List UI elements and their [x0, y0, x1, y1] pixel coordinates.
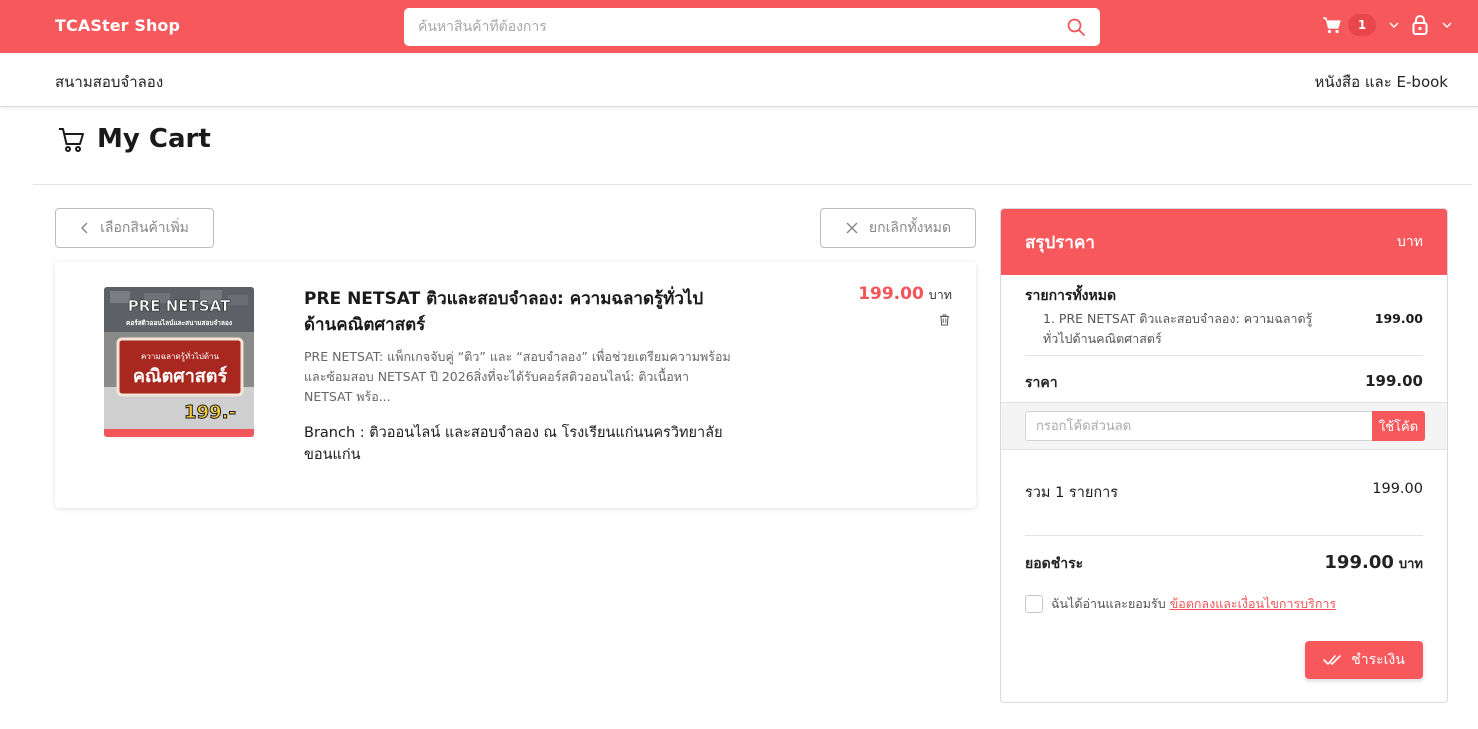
checkout-button[interactable]: ชำระเงิน: [1305, 641, 1423, 679]
product-branch: Branch : ติวออนไลน์ และสอบจำลอง ณ โรงเรี…: [304, 425, 723, 463]
total-value: 199.00 บาท: [1324, 552, 1423, 574]
total-row: ยอดชำระ 199.00 บาท: [1025, 552, 1423, 575]
coupon-section: ใช้โค้ด: [1001, 402, 1447, 450]
divider: [1025, 535, 1423, 536]
total-amount: 199.00: [1324, 552, 1394, 573]
terms-checkbox[interactable]: [1025, 595, 1043, 613]
all-items-label: รายการทั้งหมด: [1025, 288, 1117, 304]
search-icon[interactable]: [1066, 17, 1086, 37]
subtotal-label: ราคา: [1025, 375, 1058, 391]
summary-header: สรุปราคา บาท: [1001, 209, 1447, 275]
thumb-subject-big: คณิตศาสตร์: [133, 365, 228, 387]
item-count-label: รวม 1 รายการ: [1025, 485, 1119, 501]
terms-link[interactable]: ข้อตกลงและเงื่อนไขการบริการ: [1170, 594, 1336, 614]
total-label: ยอดชำระ: [1025, 556, 1084, 572]
close-icon: [846, 222, 858, 234]
search-bar: [404, 8, 1100, 46]
product-price-currency: บาท: [928, 287, 952, 302]
continue-shopping-button[interactable]: เลือกสินค้าเพิ่ม: [55, 208, 214, 248]
summary-title: สรุปราคา: [1025, 232, 1095, 253]
terms-agreement: ฉันได้อ่านและยอมรับ ข้อตกลงและเงื่อนไขกา…: [1025, 594, 1336, 614]
subtotal-value: 199.00: [1365, 372, 1423, 390]
summary-line-item: 1. PRE NETSAT ติวและสอบจำลอง: ความฉลาดรู…: [1025, 309, 1423, 356]
continue-shopping-label: เลือกสินค้าเพิ่ม: [100, 220, 189, 236]
item-count-row: รวม 1 รายการ 199.00: [1025, 481, 1423, 504]
summary-unit: บาท: [1397, 234, 1423, 250]
line-item-price: 199.00: [1374, 311, 1423, 326]
page-heading: My Cart: [97, 124, 211, 154]
price-summary-panel: สรุปราคา บาท รายการทั้งหมด 1. PRE NETSAT…: [1000, 208, 1448, 703]
product-thumbnail[interactable]: PRE NETSAT คอร์สติวออนไลน์และสนามสอบจำลอ…: [104, 287, 254, 437]
clear-cart-button[interactable]: ยกเลิกทั้งหมด: [820, 208, 976, 248]
divider: [33, 184, 1472, 185]
top-navbar: TCASter Shop 1: [0, 0, 1478, 53]
product-title[interactable]: PRE NETSAT ติวและสอบจำลอง: ความฉลาดรู้ทั…: [304, 286, 734, 338]
sub-navbar: สนามสอบจำลอง หนังสือ และ E-book: [0, 53, 1478, 107]
item-count-value: 199.00: [1372, 481, 1423, 497]
chevron-left-icon: [81, 222, 88, 234]
nav-link-books[interactable]: หนังสือ และ E-book: [1314, 70, 1448, 94]
cart-count-badge: 1: [1348, 14, 1376, 36]
terms-text: ฉันได้อ่านและยอมรับ: [1051, 596, 1166, 611]
product-price: 199.00 บาท: [858, 284, 952, 305]
total-currency: บาท: [1398, 557, 1423, 572]
cart-icon: [59, 128, 84, 152]
product-image: PRE NETSAT คอร์สติวออนไลน์และสนามสอบจำลอ…: [104, 287, 254, 437]
thumb-brand-text: PRE NETSAT: [128, 297, 231, 315]
thumb-tagline-text: คอร์สติวออนไลน์และสนามสอบจำลอง: [126, 318, 232, 327]
clear-cart-label: ยกเลิกทั้งหมด: [868, 220, 952, 236]
chevron-down-icon[interactable]: [1441, 19, 1453, 31]
checkout-label: ชำระเงิน: [1351, 652, 1405, 668]
coupon-input[interactable]: [1025, 411, 1372, 441]
cart-menu[interactable]: 1: [1322, 14, 1400, 36]
product-price-amount: 199.00: [858, 284, 924, 304]
line-item-name: 1. PRE NETSAT ติวและสอบจำลอง: ความฉลาดรู…: [1043, 311, 1313, 346]
brand-logo[interactable]: TCASter Shop: [55, 16, 180, 35]
cart-item-card: PRE NETSAT คอร์สติวออนไลน์และสนามสอบจำลอ…: [55, 262, 976, 508]
nav-link-mock-exam[interactable]: สนามสอบจำลอง: [55, 70, 163, 94]
apply-coupon-button[interactable]: ใช้โค้ด: [1372, 411, 1425, 441]
subtotal-row: ราคา 199.00: [1025, 356, 1423, 408]
product-description: PRE NETSAT: แพ็กเกจจับคู่ “ติว” และ “สอบ…: [304, 349, 731, 404]
search-input[interactable]: [418, 19, 1066, 35]
double-check-icon: [1323, 655, 1342, 665]
page-title: My Cart: [57, 124, 211, 154]
account-menu[interactable]: [1411, 14, 1453, 36]
cart-icon[interactable]: [1322, 15, 1342, 35]
thumb-subject-small: ความฉลาดรู้ทั่วไปด้าน: [141, 350, 220, 362]
trash-icon[interactable]: [939, 314, 950, 326]
chevron-down-icon[interactable]: [1388, 19, 1400, 31]
lock-icon[interactable]: [1411, 14, 1429, 36]
summary-body: รายการทั้งหมด 1. PRE NETSAT ติวและสอบจำล…: [1001, 275, 1447, 408]
thumb-price-tag: 199.-: [184, 402, 236, 423]
